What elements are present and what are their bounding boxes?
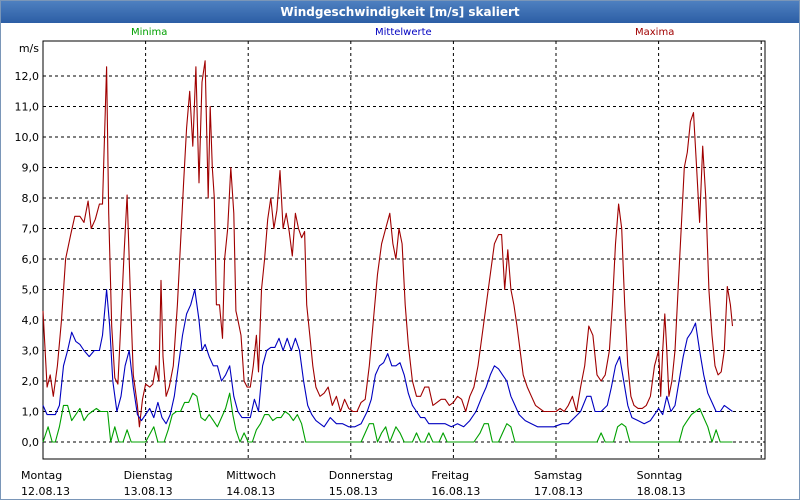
x-date-label: 17.08.13 — [534, 485, 583, 498]
x-day-label: Montag — [21, 469, 62, 482]
y-tick-label: 0,0 — [22, 436, 40, 449]
plot-area — [42, 40, 766, 460]
y-tick-label: 11,0 — [15, 101, 40, 114]
y-tick-label: 12,0 — [15, 70, 40, 83]
x-date-label: 16.08.13 — [431, 485, 480, 498]
x-date-label: 14.08.13 — [226, 485, 275, 498]
x-day-label: Donnerstag — [329, 469, 393, 482]
x-date-label: 18.08.13 — [637, 485, 686, 498]
y-tick-label: 5,0 — [22, 284, 40, 297]
y-tick-label: 1,0 — [22, 406, 40, 419]
chart-window: Windgeschwindigkeit [m/s] skaliert Minim… — [0, 0, 800, 500]
wind-speed-chart: 0,0 1,0 2,0 3,0 4,0 5,0 6,0 7,0 8,0 9,0 10,0 11,0 12… — [15, 40, 766, 498]
x-date-label: 13.08.13 — [124, 485, 173, 498]
y-tick-label: 8,0 — [22, 192, 40, 205]
x-day-label: Freitag — [431, 469, 469, 482]
y-tick-label: 7,0 — [22, 223, 40, 236]
x-date-label: 15.08.13 — [329, 485, 378, 498]
x-day-label: Samstag — [534, 469, 582, 482]
y-tick-label: 3,0 — [22, 345, 40, 358]
y-tick-label: 4,0 — [22, 314, 40, 327]
y-tick-label: 10,0 — [15, 131, 40, 144]
y-tick-label: 2,0 — [22, 375, 40, 388]
y-axis-unit: m/s — [19, 42, 39, 55]
y-tick-label: 9,0 — [22, 162, 40, 175]
y-tick-label: 6,0 — [22, 253, 40, 266]
x-day-label: Sonntag — [637, 469, 683, 482]
x-date-label: 12.08.13 — [21, 485, 70, 498]
x-day-label: Mittwoch — [226, 469, 276, 482]
x-day-label: Dienstag — [124, 469, 173, 482]
